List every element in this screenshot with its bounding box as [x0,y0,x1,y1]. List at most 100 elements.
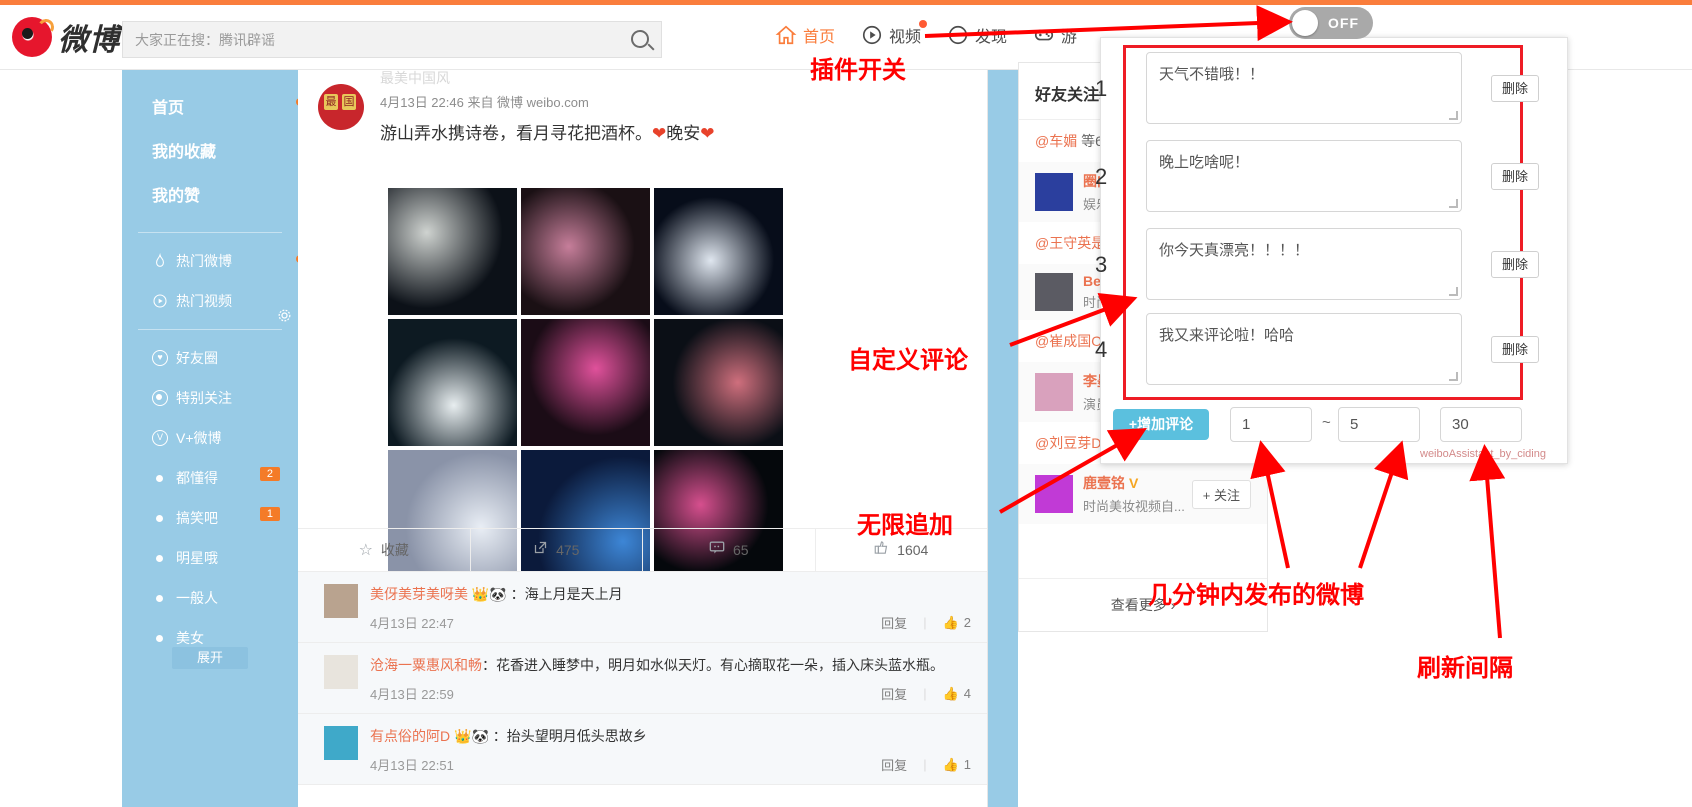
home-icon [775,24,797,46]
search-input[interactable]: 大家正在搜：腾讯辟谣 [122,21,662,58]
post-author-name[interactable]: 最美中国风 [380,68,715,88]
sidebar-item-hot-video[interactable]: 热门视频 [122,281,298,321]
share-icon [533,540,548,560]
sidebar-item-home[interactable]: 首页 [152,84,304,128]
thumbs-up-icon: 👍 [942,614,959,630]
sidebar-item-gaoxiaoba[interactable]: 搞笑吧 1 [122,498,298,538]
plugin-comment-number: 2 [1095,164,1108,189]
plugin-comment-number: 3 [1095,252,1108,277]
nav-item-home[interactable]: 首页 [775,23,835,47]
sidebar-label-favorites: 我的收藏 [152,144,217,161]
sidebar-label-hot-video: 热门视频 [176,293,232,309]
comment-avatar[interactable] [324,655,358,689]
range-from-input[interactable]: 1 [1230,407,1312,442]
comment-author[interactable]: 有点俗的阿D [370,728,450,744]
dot-icon [156,514,163,522]
friend-mention[interactable]: @车媚 [1035,133,1077,149]
comment-text: ：海上月是天上月 [510,586,623,602]
comment-actions: 回复 | 👍 4 [881,684,971,703]
sidebar-label-likes: 我的赞 [152,188,201,205]
post-photo[interactable] [654,188,783,315]
sidebar-item-hot-weibo[interactable]: 热门微博 [122,241,304,281]
reply-button[interactable]: 回复 [881,684,907,703]
action-like-count: 1604 [897,542,929,558]
nav-item-discover[interactable]: 发现 [947,23,1007,47]
plugin-comment-textarea[interactable]: 晚上吃啥呢！ [1146,140,1462,212]
plugin-toggle-switch[interactable]: OFF [1289,7,1373,39]
post-meta: 最美中国风 4月13日 22:46 来自 微博 weibo.com 游山弄水携诗… [380,68,715,144]
post-photo[interactable] [388,319,517,446]
target-icon [152,390,168,406]
toggle-state-label: OFF [1328,15,1359,31]
comment-like[interactable]: 👍 4 [943,686,971,702]
comment-like[interactable]: 👍 1 [943,757,971,773]
add-comment-button[interactable]: +增加评论 [1113,409,1209,440]
sidebar-item-mingxingo[interactable]: 明星哦 [122,538,298,578]
comment-item: 有点俗的阿D 👑🐼 ：抬头望明月低头思故乡 4月13日 22:51 回复 | 👍 1 [298,714,987,785]
weibo-logo[interactable]: 微博 [12,15,120,59]
refresh-interval-input[interactable]: 30 [1440,407,1522,442]
resize-grip[interactable] [1449,199,1458,208]
range-separator: ~ [1322,414,1331,431]
comment-like[interactable]: 👍 2 [943,615,971,631]
action-comment[interactable]: 65 [643,529,816,571]
plugin-delete-button[interactable]: 删除 [1491,336,1539,363]
comment-author[interactable]: 沧海一粟惠风和畅 [370,657,482,673]
action-favorite[interactable]: ☆ 收藏 [298,529,471,571]
sidebar-label-mingxingo: 明星哦 [176,550,218,566]
range-to-input[interactable]: 5 [1338,407,1420,442]
reply-button[interactable]: 回复 [881,755,907,774]
plugin-delete-button[interactable]: 删除 [1491,163,1539,190]
reply-button[interactable]: 回复 [881,613,907,632]
comment-avatar[interactable] [324,726,358,760]
action-share[interactable]: 475 [471,529,643,571]
resize-grip[interactable] [1449,372,1458,381]
thumbs-up-icon: 👍 [942,685,959,701]
post-photo[interactable] [654,319,783,446]
plugin-delete-button[interactable]: 删除 [1491,75,1539,102]
plugin-delete-button[interactable]: 删除 [1491,251,1539,278]
comment-avatar[interactable] [324,584,358,618]
post-photo[interactable] [521,319,650,446]
friend-avatar[interactable] [1035,273,1073,311]
sidebar-item-vplus[interactable]: V V+微博 [122,418,298,458]
friend-avatar[interactable] [1035,173,1073,211]
left-sidebar: 首页 我的收藏 我的赞 热门微博 热门视频 ♥ 好友圈 特别关注 V V+微博 … [122,70,304,807]
plugin-comment-number: 1 [1095,76,1108,101]
expand-button[interactable]: 展开 [172,647,248,669]
friend-avatar[interactable] [1035,373,1073,411]
post-photo[interactable] [388,188,517,315]
comment-actions: 回复 | 👍 2 [881,613,971,632]
photo-grid [388,188,788,577]
sidebar-item-doudongde[interactable]: 都懂得 2 [122,458,298,498]
comment-author[interactable]: 美伢美芽美呀美 [370,586,468,602]
sidebar-item-friend-circle[interactable]: ♥ 好友圈 [122,338,298,378]
dot-icon [156,474,163,482]
sidebar-item-special-follow[interactable]: 特别关注 [122,378,298,418]
sidebar-item-yibanren[interactable]: 一般人 [122,578,298,618]
post-photo[interactable] [521,188,650,315]
nav-item-video[interactable]: 视频 [861,20,928,47]
comment-emoji: 👑🐼 [450,728,493,744]
gear-icon[interactable] [277,308,292,323]
annotation-label: 几分钟内发布的微博 [1148,582,1364,609]
nav-item-game[interactable]: 游 [1033,23,1077,47]
friend-mention[interactable]: @刘豆芽DL [1035,435,1109,451]
friend-avatar[interactable] [1035,475,1073,513]
follow-button[interactable]: + 关注 [1191,479,1251,509]
plugin-comment-textarea[interactable]: 我又来评论啦！哈哈 [1146,313,1462,385]
resize-grip[interactable] [1449,111,1458,120]
sidebar-label-special-follow: 特别关注 [176,390,232,406]
post-avatar[interactable]: 最 国 [318,84,364,130]
sidebar-item-favorites[interactable]: 我的收藏 [152,128,298,172]
friend-list-item[interactable]: 鹿壹铭 V 时尚美妆视频自... + 关注 [1019,464,1267,524]
verified-badge-icon: V [1129,475,1139,491]
friend-name[interactable]: 鹿壹铭 V [1083,473,1185,493]
comment-like-count: 1 [963,757,971,772]
sidebar-item-likes[interactable]: 我的赞 [152,172,298,216]
resize-grip[interactable] [1449,287,1458,296]
plugin-comment-textarea[interactable]: 天气不错哦！！ [1146,52,1462,124]
search-icon[interactable] [631,30,649,48]
plugin-comment-textarea[interactable]: 你今天真漂亮！！！！ [1146,228,1462,300]
main-nav: 首页 视频 发现 游 [775,20,1077,47]
